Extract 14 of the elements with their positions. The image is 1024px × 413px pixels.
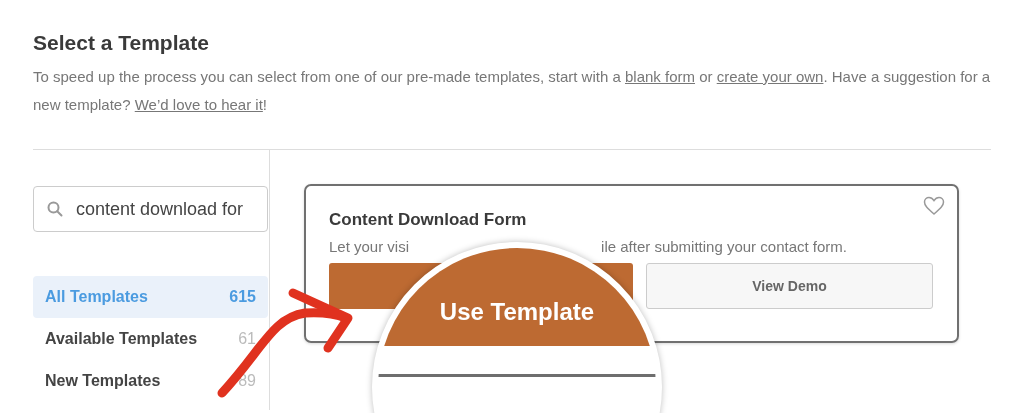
intro-link[interactable]: We’d love to hear it: [134, 96, 263, 113]
zoomed-button-label: Use Template: [439, 298, 595, 326]
heart-icon[interactable]: [923, 196, 945, 216]
search-icon: [47, 201, 63, 217]
intro-link[interactable]: create your own: [716, 68, 824, 85]
intro-paragraph: To speed up the process you can select from one of our pre-made templates, start with a blank form or create your own. Have a suggestion for a new template? We’d love to hear it!: [33, 67, 992, 115]
intro-link[interactable]: blank form: [625, 68, 695, 85]
template-title: Content Download Form: [329, 210, 527, 230]
page-title: Select a Template: [32, 30, 210, 55]
description-text: Let your visi: [329, 238, 410, 255]
category-item[interactable]: Available Templates 61: [33, 318, 268, 360]
search-field[interactable]: content download for: [33, 186, 268, 232]
description-text: ile after submitting your contact form.: [601, 238, 847, 255]
view-demo-button[interactable]: View Demo: [646, 263, 933, 309]
